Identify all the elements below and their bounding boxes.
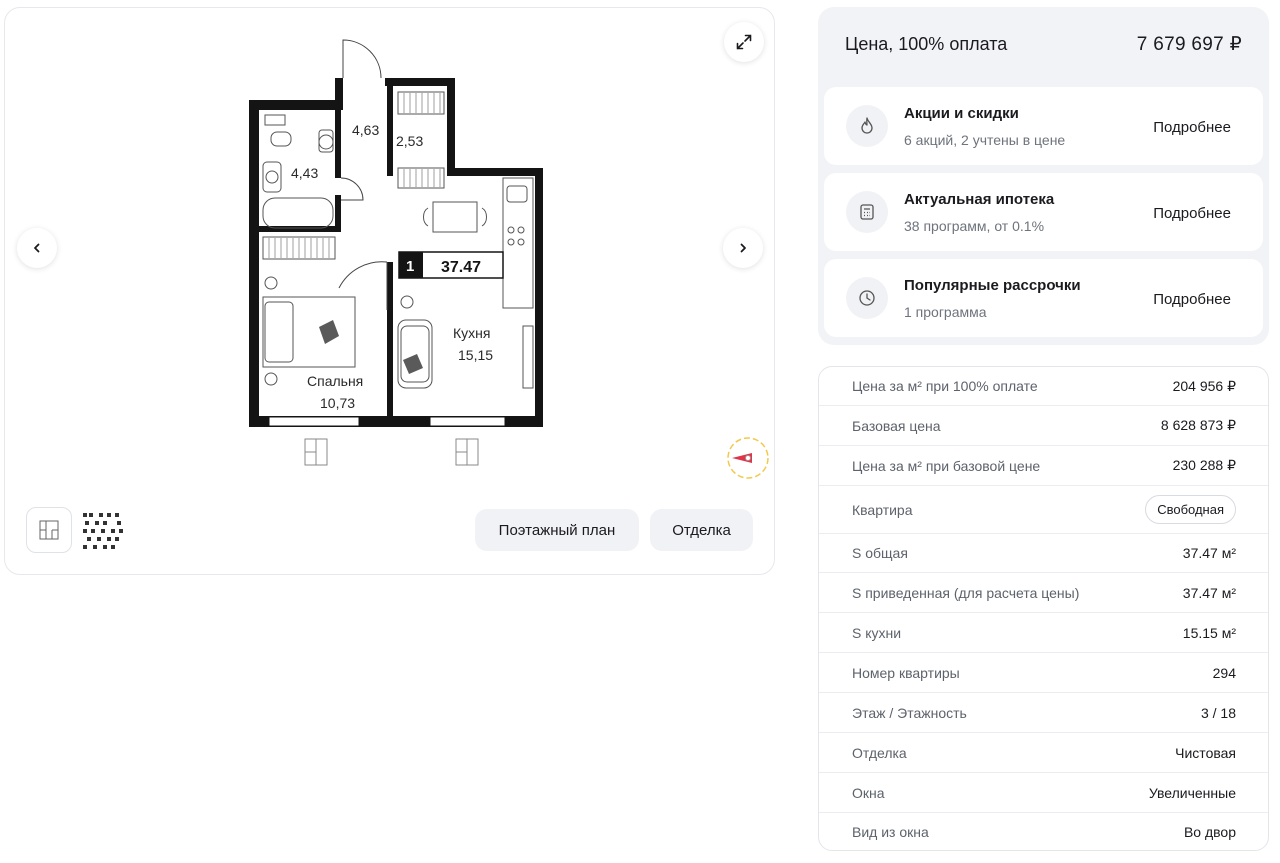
offer-title: Акции и скидки [904, 105, 1019, 122]
calculator-icon [846, 191, 888, 233]
detail-key: Окна [852, 784, 885, 801]
apartment-floor-plan: 4,63 2,53 4,43 Кухня 15,15 Спальня 10,73… [249, 39, 543, 466]
floor-plan-card: 4,63 2,53 4,43 Кухня 15,15 Спальня 10,73… [4, 7, 775, 575]
next-image-button[interactable] [723, 228, 763, 268]
detail-key: Цена за м² при базовой цене [852, 457, 1041, 474]
detail-row: Этаж / Этажность 3 / 18 [819, 693, 1268, 733]
flame-icon [846, 105, 888, 147]
expand-icon [736, 34, 752, 50]
total-area-label: 37.47 [441, 259, 481, 276]
detail-key: Базовая цена [852, 417, 941, 434]
detail-key: S кухни [852, 624, 902, 641]
room-label-kitchen-area: 15,15 [458, 347, 493, 363]
price-value: 7 679 697 ₽ [1136, 34, 1242, 55]
detail-value: 230 288 ₽ [1172, 457, 1236, 473]
detail-row: Отделка Чистовая [819, 733, 1268, 773]
compass-icon [727, 437, 769, 479]
offer-subtitle: 6 акций, 2 учтены в цене [904, 132, 1066, 148]
detail-value: 294 [1212, 664, 1236, 681]
offer-subtitle: 1 программа [904, 304, 987, 320]
detail-row: S приведенная (для расчета цены) 37.47 м… [819, 573, 1268, 613]
detail-row: Квартира Свободная [819, 486, 1268, 534]
detail-key: Номер квартиры [852, 664, 960, 681]
expand-button[interactable] [724, 22, 764, 62]
detail-key: Этаж / Этажность [852, 704, 967, 721]
detail-row: Базовая цена 8 628 873 ₽ [819, 406, 1268, 446]
detail-key: Вид из окна [852, 823, 929, 840]
detail-value: Чистовая [1175, 744, 1236, 761]
detail-key: S общая [852, 545, 908, 561]
offer-title: Популярные рассрочки [904, 277, 1081, 294]
detail-key: Квартира [852, 501, 913, 518]
detail-row: S кухни 15.15 м² [819, 613, 1268, 653]
chevron-right-icon [740, 243, 746, 253]
offer-title: Актуальная ипотека [904, 191, 1055, 208]
room-label-bedroom-name: Спальня [307, 373, 363, 389]
offer-subtitle: 38 программ, от 0.1% [904, 218, 1045, 234]
room-label-hall: 4,63 [352, 122, 379, 138]
price-card: Цена, 100% оплата 7 679 697 ₽ Акции и ск… [818, 7, 1269, 345]
previous-image-button[interactable] [17, 228, 57, 268]
room-label-bedroom-area: 10,73 [320, 395, 355, 411]
detail-row: Окна Увеличенные [819, 773, 1268, 813]
detail-row: Вид из окна Во двор [819, 813, 1268, 850]
offer-mortgage[interactable]: Актуальная ипотека 38 программ, от 0.1% … [824, 173, 1263, 251]
qr-code-icon [83, 513, 123, 549]
detail-row: Номер квартиры 294 [819, 653, 1268, 693]
detail-value: 15.15 м² [1182, 624, 1236, 641]
offer-more-link[interactable]: Подробнее [1153, 205, 1231, 222]
status-badge: Свободная [1145, 495, 1236, 524]
building-plan-icon [39, 520, 59, 540]
detail-value: 3 / 18 [1200, 704, 1236, 721]
apartment-details-table: Цена за м² при 100% оплате 204 956 ₽ Баз… [818, 366, 1269, 851]
detail-key: Отделка [852, 744, 907, 761]
room-label-storage: 2,53 [396, 133, 423, 149]
detail-value: Увеличенные [1148, 784, 1236, 801]
detail-key: S приведенная (для расчета цены) [852, 584, 1080, 601]
price-label: Цена, 100% оплата [845, 34, 1008, 54]
finish-button[interactable]: Отделка [650, 509, 753, 551]
detail-row: S общая 37.47 м² [819, 534, 1268, 573]
offer-installments[interactable]: Популярные рассрочки 1 программа Подробн… [824, 259, 1263, 337]
detail-value: 37.47 м² [1182, 545, 1236, 561]
room-label-kitchen-name: Кухня [453, 325, 490, 341]
detail-row: Цена за м² при 100% оплате 204 956 ₽ [819, 367, 1268, 406]
offer-more-link[interactable]: Подробнее [1153, 291, 1231, 308]
clock-icon [846, 277, 888, 319]
detail-value: 204 956 ₽ [1172, 377, 1236, 394]
detail-value: 8 628 873 ₽ [1160, 417, 1236, 433]
room-label-bath: 4,43 [291, 165, 318, 181]
chevron-left-icon [34, 243, 40, 253]
detail-row: Цена за м² при базовой цене 230 288 ₽ [819, 446, 1268, 486]
floor-thumbnail-button[interactable] [26, 507, 72, 553]
offer-more-link[interactable]: Подробнее [1153, 119, 1231, 136]
price-header: Цена, 100% оплата 7 679 697 ₽ [845, 33, 1242, 56]
detail-key: Цена за м² при 100% оплате [852, 378, 1038, 394]
floor-plan-button[interactable]: Поэтажный план [475, 509, 639, 551]
detail-value: Во двор [1183, 823, 1236, 840]
rooms-count-label: 1 [406, 258, 414, 275]
detail-value: 37.47 м² [1182, 584, 1236, 601]
offer-promotions[interactable]: Акции и скидки 6 акций, 2 учтены в цене … [824, 87, 1263, 165]
